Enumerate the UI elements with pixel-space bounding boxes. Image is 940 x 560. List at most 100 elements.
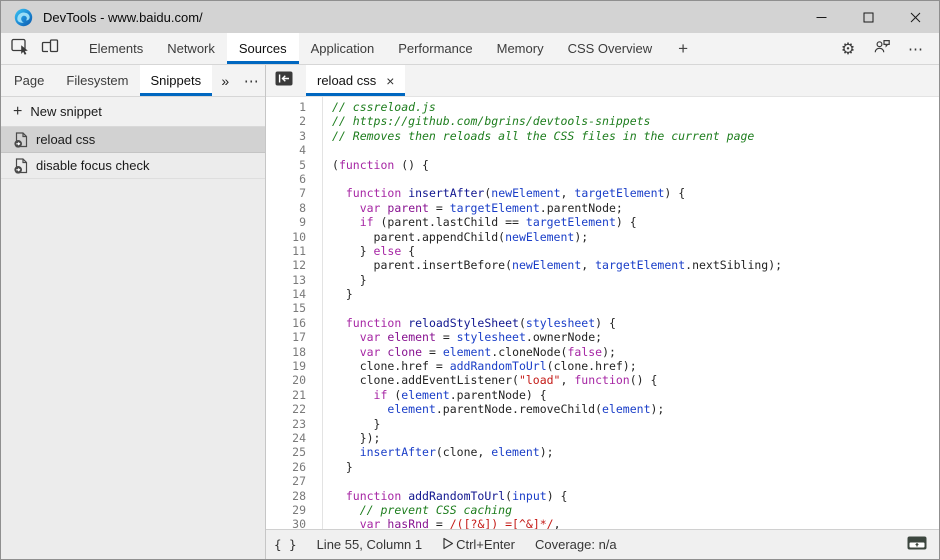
- code-line[interactable]: (function () {: [332, 158, 939, 172]
- tab-elements[interactable]: Elements: [77, 33, 155, 64]
- code-line[interactable]: var parent = targetElement.parentNode;: [332, 201, 939, 215]
- tab-overflow-button[interactable]: »: [212, 65, 238, 96]
- line-number[interactable]: 1: [266, 100, 306, 114]
- feedback-button[interactable]: [867, 38, 897, 60]
- inspect-element-button[interactable]: [5, 33, 35, 64]
- code-line[interactable]: clone.href = addRandomToUrl(clone.href);: [332, 359, 939, 373]
- more-icon: ⋯: [244, 72, 260, 90]
- code-line[interactable]: // prevent CSS caching: [332, 503, 939, 517]
- editor-tab-reload-css[interactable]: reload css ×: [306, 65, 405, 96]
- code-line[interactable]: if (element.parentNode) {: [332, 388, 939, 402]
- navigator-tab-filesystem[interactable]: Filesystem: [55, 65, 139, 96]
- tab-performance[interactable]: Performance: [386, 33, 484, 64]
- line-number[interactable]: 22: [266, 402, 306, 416]
- code-line[interactable]: function reloadStyleSheet(stylesheet) {: [332, 316, 939, 330]
- line-number[interactable]: 7: [266, 186, 306, 200]
- code-line[interactable]: } else {: [332, 244, 939, 258]
- line-number[interactable]: 11: [266, 244, 306, 258]
- editor-tab-strip: reload css ×: [266, 65, 939, 97]
- line-number[interactable]: 26: [266, 460, 306, 474]
- code-line[interactable]: [332, 172, 939, 186]
- line-number[interactable]: 25: [266, 445, 306, 459]
- code-line[interactable]: element.parentNode.removeChild(element);: [332, 402, 939, 416]
- more-tools-button[interactable]: +: [664, 33, 702, 64]
- code-line[interactable]: [332, 143, 939, 157]
- code-line[interactable]: // Removes then reloads all the CSS file…: [332, 129, 939, 143]
- maximize-button[interactable]: [845, 1, 892, 33]
- code-line[interactable]: // cssreload.js: [332, 100, 939, 114]
- code-line[interactable]: }: [332, 273, 939, 287]
- code-line[interactable]: function addRandomToUrl(input) {: [332, 489, 939, 503]
- snippet-file-icon: [14, 158, 28, 174]
- close-tab-icon[interactable]: ×: [386, 74, 394, 88]
- line-number[interactable]: 15: [266, 301, 306, 315]
- navigator-tabs: PageFilesystemSnippets: [3, 65, 212, 96]
- line-number[interactable]: 21: [266, 388, 306, 402]
- tab-network[interactable]: Network: [155, 33, 227, 64]
- line-number[interactable]: 17: [266, 330, 306, 344]
- line-number[interactable]: 18: [266, 345, 306, 359]
- navigator-toggle-button[interactable]: [266, 65, 302, 96]
- code-line[interactable]: [332, 301, 939, 315]
- tab-sources[interactable]: Sources: [227, 33, 299, 64]
- device-toolbar-icon: [41, 38, 59, 60]
- close-button[interactable]: [892, 1, 939, 33]
- line-number[interactable]: 8: [266, 201, 306, 215]
- code-line[interactable]: });: [332, 431, 939, 445]
- line-number[interactable]: 5: [266, 158, 306, 172]
- new-snippet-button[interactable]: + New snippet: [1, 97, 265, 127]
- navigator-tab-page[interactable]: Page: [3, 65, 55, 96]
- chevron-double-right-icon: »: [221, 73, 229, 89]
- device-toolbar-button[interactable]: [35, 33, 65, 64]
- line-number[interactable]: 13: [266, 273, 306, 287]
- tab-memory[interactable]: Memory: [485, 33, 556, 64]
- line-number[interactable]: 29: [266, 503, 306, 517]
- navigator-tab-snippets[interactable]: Snippets: [140, 65, 213, 96]
- code-line[interactable]: if (parent.lastChild == targetElement) {: [332, 215, 939, 229]
- line-number[interactable]: 24: [266, 431, 306, 445]
- plus-icon: +: [678, 39, 688, 59]
- snippet-item-reload-css[interactable]: reload css: [1, 127, 265, 153]
- code-line[interactable]: [332, 474, 939, 488]
- run-shortcut-label: Ctrl+Enter: [456, 537, 515, 552]
- line-number[interactable]: 4: [266, 143, 306, 157]
- line-number[interactable]: 30: [266, 517, 306, 529]
- line-number[interactable]: 12: [266, 258, 306, 272]
- code-line[interactable]: }: [332, 287, 939, 301]
- line-number[interactable]: 9: [266, 215, 306, 229]
- line-number[interactable]: 2: [266, 114, 306, 128]
- line-number[interactable]: 27: [266, 474, 306, 488]
- code-line[interactable]: parent.insertBefore(newElement, targetEl…: [332, 258, 939, 272]
- minimize-button[interactable]: [798, 1, 845, 33]
- line-number[interactable]: 6: [266, 172, 306, 186]
- editor-area: reload css × 123456789101112131415161718…: [266, 65, 939, 559]
- code-line[interactable]: var clone = element.cloneNode(false);: [332, 345, 939, 359]
- line-number[interactable]: 14: [266, 287, 306, 301]
- tab-application[interactable]: Application: [299, 33, 387, 64]
- code-line[interactable]: clone.addEventListener("load", function(…: [332, 373, 939, 387]
- code-line[interactable]: insertAfter(clone, element);: [332, 445, 939, 459]
- code-line[interactable]: parent.appendChild(newElement);: [332, 230, 939, 244]
- tab-css-overview[interactable]: CSS Overview: [556, 33, 665, 64]
- line-number[interactable]: 28: [266, 489, 306, 503]
- pretty-print-button[interactable]: { }: [274, 537, 297, 552]
- code-line[interactable]: // https://github.com/bgrins/devtools-sn…: [332, 114, 939, 128]
- line-number[interactable]: 23: [266, 417, 306, 431]
- code-line[interactable]: var hasRnd = /([?&])_=[^&]*/,: [332, 517, 939, 529]
- code-line[interactable]: function insertAfter(newElement, targetE…: [332, 186, 939, 200]
- more-options-button[interactable]: ⋯: [901, 40, 931, 58]
- drawer-panel-icon: [907, 536, 927, 553]
- line-number[interactable]: 10: [266, 230, 306, 244]
- settings-button[interactable]: ⚙: [833, 39, 863, 58]
- line-number[interactable]: 16: [266, 316, 306, 330]
- line-number[interactable]: 19: [266, 359, 306, 373]
- line-number[interactable]: 3: [266, 129, 306, 143]
- code-line[interactable]: var element = stylesheet.ownerNode;: [332, 330, 939, 344]
- code-line[interactable]: }: [332, 460, 939, 474]
- navigator-more-button[interactable]: ⋯: [239, 65, 265, 96]
- line-number[interactable]: 20: [266, 373, 306, 387]
- code-line[interactable]: }: [332, 417, 939, 431]
- drawer-toggle-button[interactable]: [907, 536, 927, 553]
- snippet-item-disable-focus-check[interactable]: disable focus check: [1, 153, 265, 179]
- code-editor[interactable]: 1234567891011121314151617181920212223242…: [266, 97, 939, 529]
